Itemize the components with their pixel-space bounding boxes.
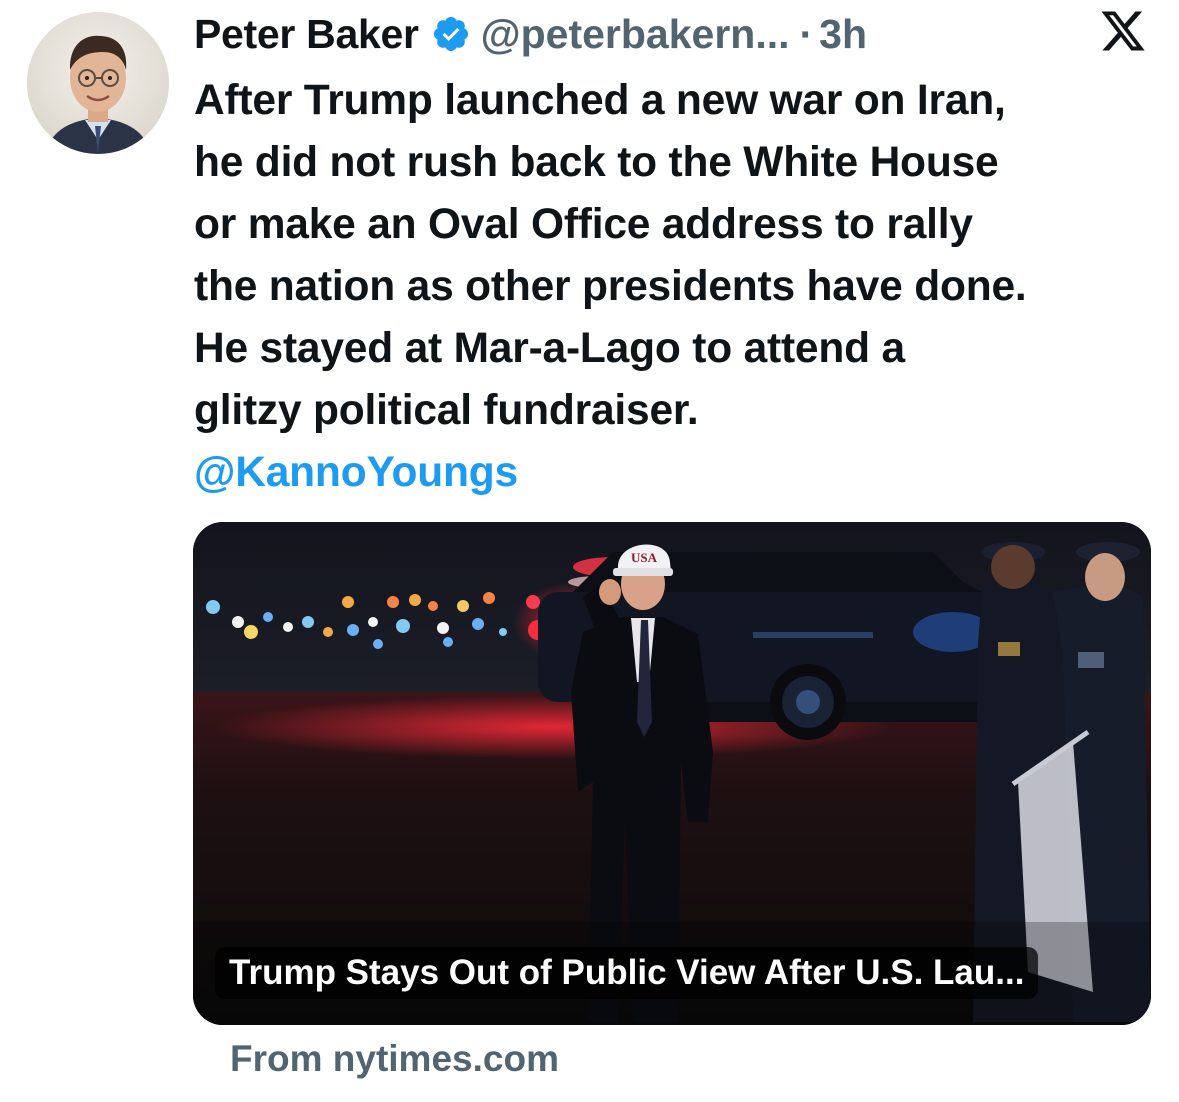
tweet-timestamp[interactable]: 3h [819,11,867,58]
author-avatar-photo [27,12,169,154]
author-avatar[interactable] [27,12,169,154]
author-name[interactable]: Peter Baker [194,11,419,58]
mention-link[interactable]: @KannoYoungs [194,449,518,496]
tweet-body: After Trump launched a new war on Iran, … [194,70,1169,504]
link-card-title: Trump Stays Out of Public View After U.S… [215,947,1039,999]
x-logo-icon[interactable] [1097,7,1149,55]
tweet-text-line: the nation as other presidents have done… [194,263,1027,310]
header-separator: · [799,10,814,57]
link-preview-card[interactable]: USA Trump Stays Out of Public View After… [193,522,1151,1025]
tweet-text-line: glitzy political fundraiser. [194,387,699,434]
verified-badge-icon[interactable] [431,14,471,54]
tweet-text-line: he did not rush back to the White House [194,139,999,186]
tweet-text-line: He stayed at Mar-a-Lago to attend a [194,325,905,372]
cap-text: USA [631,550,658,565]
author-handle[interactable]: @peterbakern... [481,11,790,58]
tweet-text-line: or make an Oval Office address to rally [194,201,973,248]
link-source[interactable]: From nytimes.com [230,1038,559,1080]
tweet-header: Peter Baker @peterbakern... · 3h [194,10,867,58]
tweet-text-line: After Trump launched a new war on Iran, [194,77,1006,124]
